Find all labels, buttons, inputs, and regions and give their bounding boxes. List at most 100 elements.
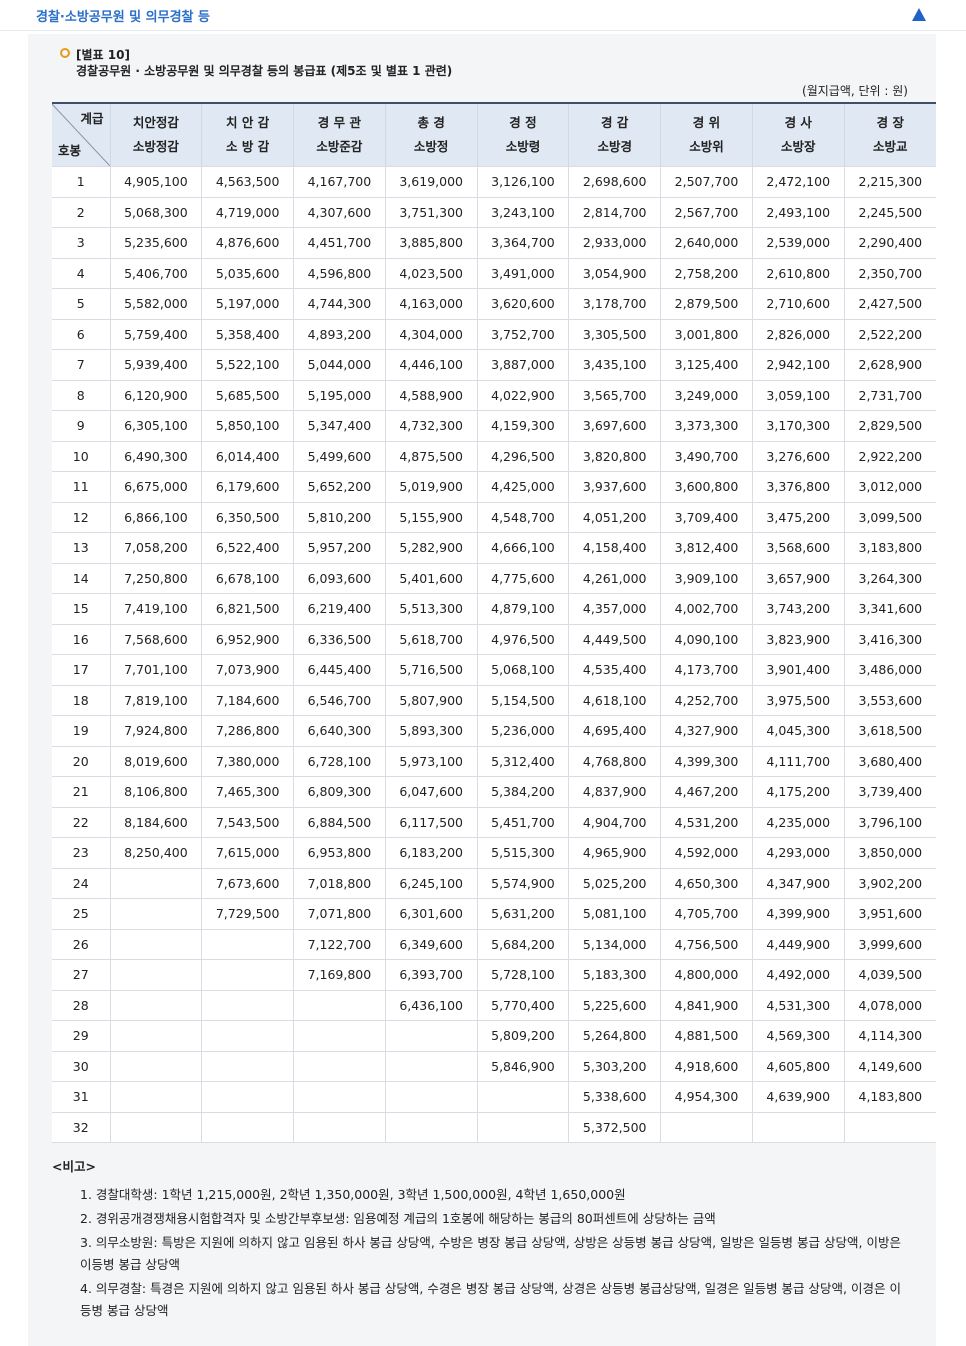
note-item: 4. 의무경찰: 특경은 지원에 의하지 않고 임용된 하사 봉급 상당액, 수… <box>80 1281 901 1318</box>
fire-rank: 소방위 <box>689 139 724 154</box>
column-header: 치 안 감소 방 감 <box>201 102 294 167</box>
salary-cell: 5,236,000 <box>476 715 569 746</box>
salary-cell: 3,376,800 <box>751 471 845 502</box>
salary-cell: 5,134,000 <box>568 928 661 960</box>
column-header: 경 정 소방령 <box>476 102 569 167</box>
step-cell: 27 <box>52 959 110 990</box>
salary-cell: 5,807,900 <box>384 684 478 716</box>
salary-cell: 5,631,200 <box>476 898 569 929</box>
salary-cell: 3,373,300 <box>660 410 753 441</box>
fire-rank: 소방정 <box>413 139 449 154</box>
salary-cell: 3,820,800 <box>568 440 661 472</box>
salary-cell: 5,770,400 <box>476 989 569 1021</box>
salary-cell: 6,953,800 <box>293 837 386 868</box>
salary-cell: 5,809,200 <box>476 1020 569 1051</box>
table-row: 2 5,068,300 4,719,000 4,307,600 3,751,300 3,2… <box>52 196 936 228</box>
salary-cell: 8,250,400 <box>109 837 202 868</box>
salary-cell <box>201 1111 294 1143</box>
table-row: 8 6,120,900 5,685,500 5,195,000 4,588,900 4,0… <box>52 379 936 411</box>
salary-cell: 2,640,000 <box>660 227 753 258</box>
salary-cell <box>109 1081 202 1112</box>
salary-cell: 5,225,600 <box>568 989 661 1021</box>
salary-cell: 6,952,900 <box>201 623 294 655</box>
fire-rank: 소 방 감 <box>226 139 270 154</box>
step-cell: 8 <box>52 379 110 411</box>
salary-cell: 4,078,000 <box>843 989 936 1021</box>
salary-cell: 5,939,400 <box>109 349 202 380</box>
salary-cell <box>293 1020 386 1051</box>
step-cell: 11 <box>52 471 110 502</box>
salary-cell: 5,618,700 <box>384 623 478 655</box>
salary-cell: 7,924,800 <box>109 715 202 746</box>
salary-cell: 2,933,000 <box>568 227 661 258</box>
salary-cell: 5,685,500 <box>201 379 294 411</box>
salary-cell: 6,728,100 <box>293 745 386 777</box>
salary-cell: 5,025,200 <box>568 867 661 899</box>
salary-cell: 3,680,400 <box>843 745 936 777</box>
salary-cell: 2,710,600 <box>751 288 845 319</box>
salary-cell: 4,163,000 <box>384 288 478 319</box>
step-cell: 24 <box>52 867 110 899</box>
pay-table: 계급 호봉 치안정감 소방정감 치 안 감소 방 감경 무 관 소방준감 총 경 소방정 경… <box>52 102 936 1143</box>
table-row: 24 7,673,600 7,018,800 6,245,100 5,574,900 5,… <box>52 867 936 899</box>
table-row: 15 7,419,100 6,821,500 6,219,400 5,513,300 4,… <box>52 593 936 624</box>
step-cell: 1 <box>52 166 110 197</box>
doc-title: 경찰공무원 · 소방공무원 및 의무경찰 등의 봉급표 (제5조 및 별표 1 … <box>76 64 453 78</box>
salary-cell: 3,553,600 <box>843 684 936 716</box>
salary-cell: 4,357,000 <box>568 593 661 624</box>
salary-cell <box>109 1020 202 1051</box>
column-header: 치안정감 소방정감 <box>109 102 202 167</box>
table-row: 19 7,924,800 7,286,800 6,640,300 5,893,300 5,… <box>52 715 936 746</box>
salary-cell: 3,812,400 <box>660 532 753 563</box>
salary-cell: 7,018,800 <box>293 867 386 899</box>
step-cell: 10 <box>52 440 110 472</box>
column-header: 경 위소방위 <box>660 102 753 167</box>
salary-cell: 5,759,400 <box>109 318 202 350</box>
salary-cell: 2,245,500 <box>843 196 936 228</box>
salary-cell: 3,170,300 <box>751 410 845 441</box>
salary-cell: 5,155,900 <box>384 501 478 533</box>
step-cell: 9 <box>52 410 110 441</box>
salary-cell: 8,106,800 <box>109 776 202 807</box>
salary-cell <box>476 1111 569 1143</box>
police-rank: 경 위 <box>692 115 721 130</box>
salary-cell <box>293 1050 386 1082</box>
section-title: 경찰·소방공무원 및 의무경찰 등 <box>36 10 210 25</box>
salary-cell: 5,684,200 <box>476 928 569 960</box>
salary-cell <box>109 1111 202 1143</box>
salary-cell: 4,768,800 <box>568 745 661 777</box>
salary-cell <box>384 1081 478 1112</box>
salary-cell: 3,276,600 <box>751 440 845 472</box>
salary-cell: 2,879,500 <box>660 288 753 319</box>
fire-rank: 소방령 <box>505 139 541 154</box>
salary-cell: 5,183,300 <box>568 959 661 990</box>
salary-cell: 5,406,700 <box>109 257 202 289</box>
step-cell: 5 <box>52 288 110 319</box>
salary-cell <box>201 1050 294 1082</box>
collapse-up-icon[interactable] <box>912 8 926 21</box>
salary-cell: 7,058,200 <box>109 532 202 563</box>
step-cell: 20 <box>52 745 110 777</box>
table-row: 4 5,406,700 5,035,600 4,596,800 4,023,500 3,4… <box>52 257 936 289</box>
fire-rank: 소방장 <box>780 139 816 154</box>
salary-cell: 6,301,600 <box>384 898 478 929</box>
step-cell: 19 <box>52 715 110 746</box>
salary-cell: 3,885,800 <box>384 227 478 258</box>
salary-cell: 3,364,700 <box>476 227 569 258</box>
salary-cell <box>751 1111 845 1143</box>
salary-cell: 2,731,700 <box>843 379 936 411</box>
salary-cell: 4,045,300 <box>751 715 845 746</box>
salary-cell: 4,175,200 <box>751 776 845 807</box>
salary-cell: 5,893,300 <box>384 715 478 746</box>
table-row: 1 4,905,100 4,563,500 4,167,700 3,619,000 3,1… <box>52 166 936 197</box>
salary-cell: 5,235,600 <box>109 227 202 258</box>
salary-cell: 4,592,000 <box>660 837 753 868</box>
salary-cell: 2,942,100 <box>751 349 845 380</box>
step-cell: 2 <box>52 196 110 228</box>
salary-cell: 5,282,900 <box>384 532 478 563</box>
salary-cell: 3,491,000 <box>476 257 569 289</box>
salary-cell: 6,117,500 <box>384 806 478 838</box>
salary-cell: 5,850,100 <box>201 410 294 441</box>
salary-cell: 3,823,900 <box>751 623 845 655</box>
salary-cell: 2,539,000 <box>751 227 845 258</box>
